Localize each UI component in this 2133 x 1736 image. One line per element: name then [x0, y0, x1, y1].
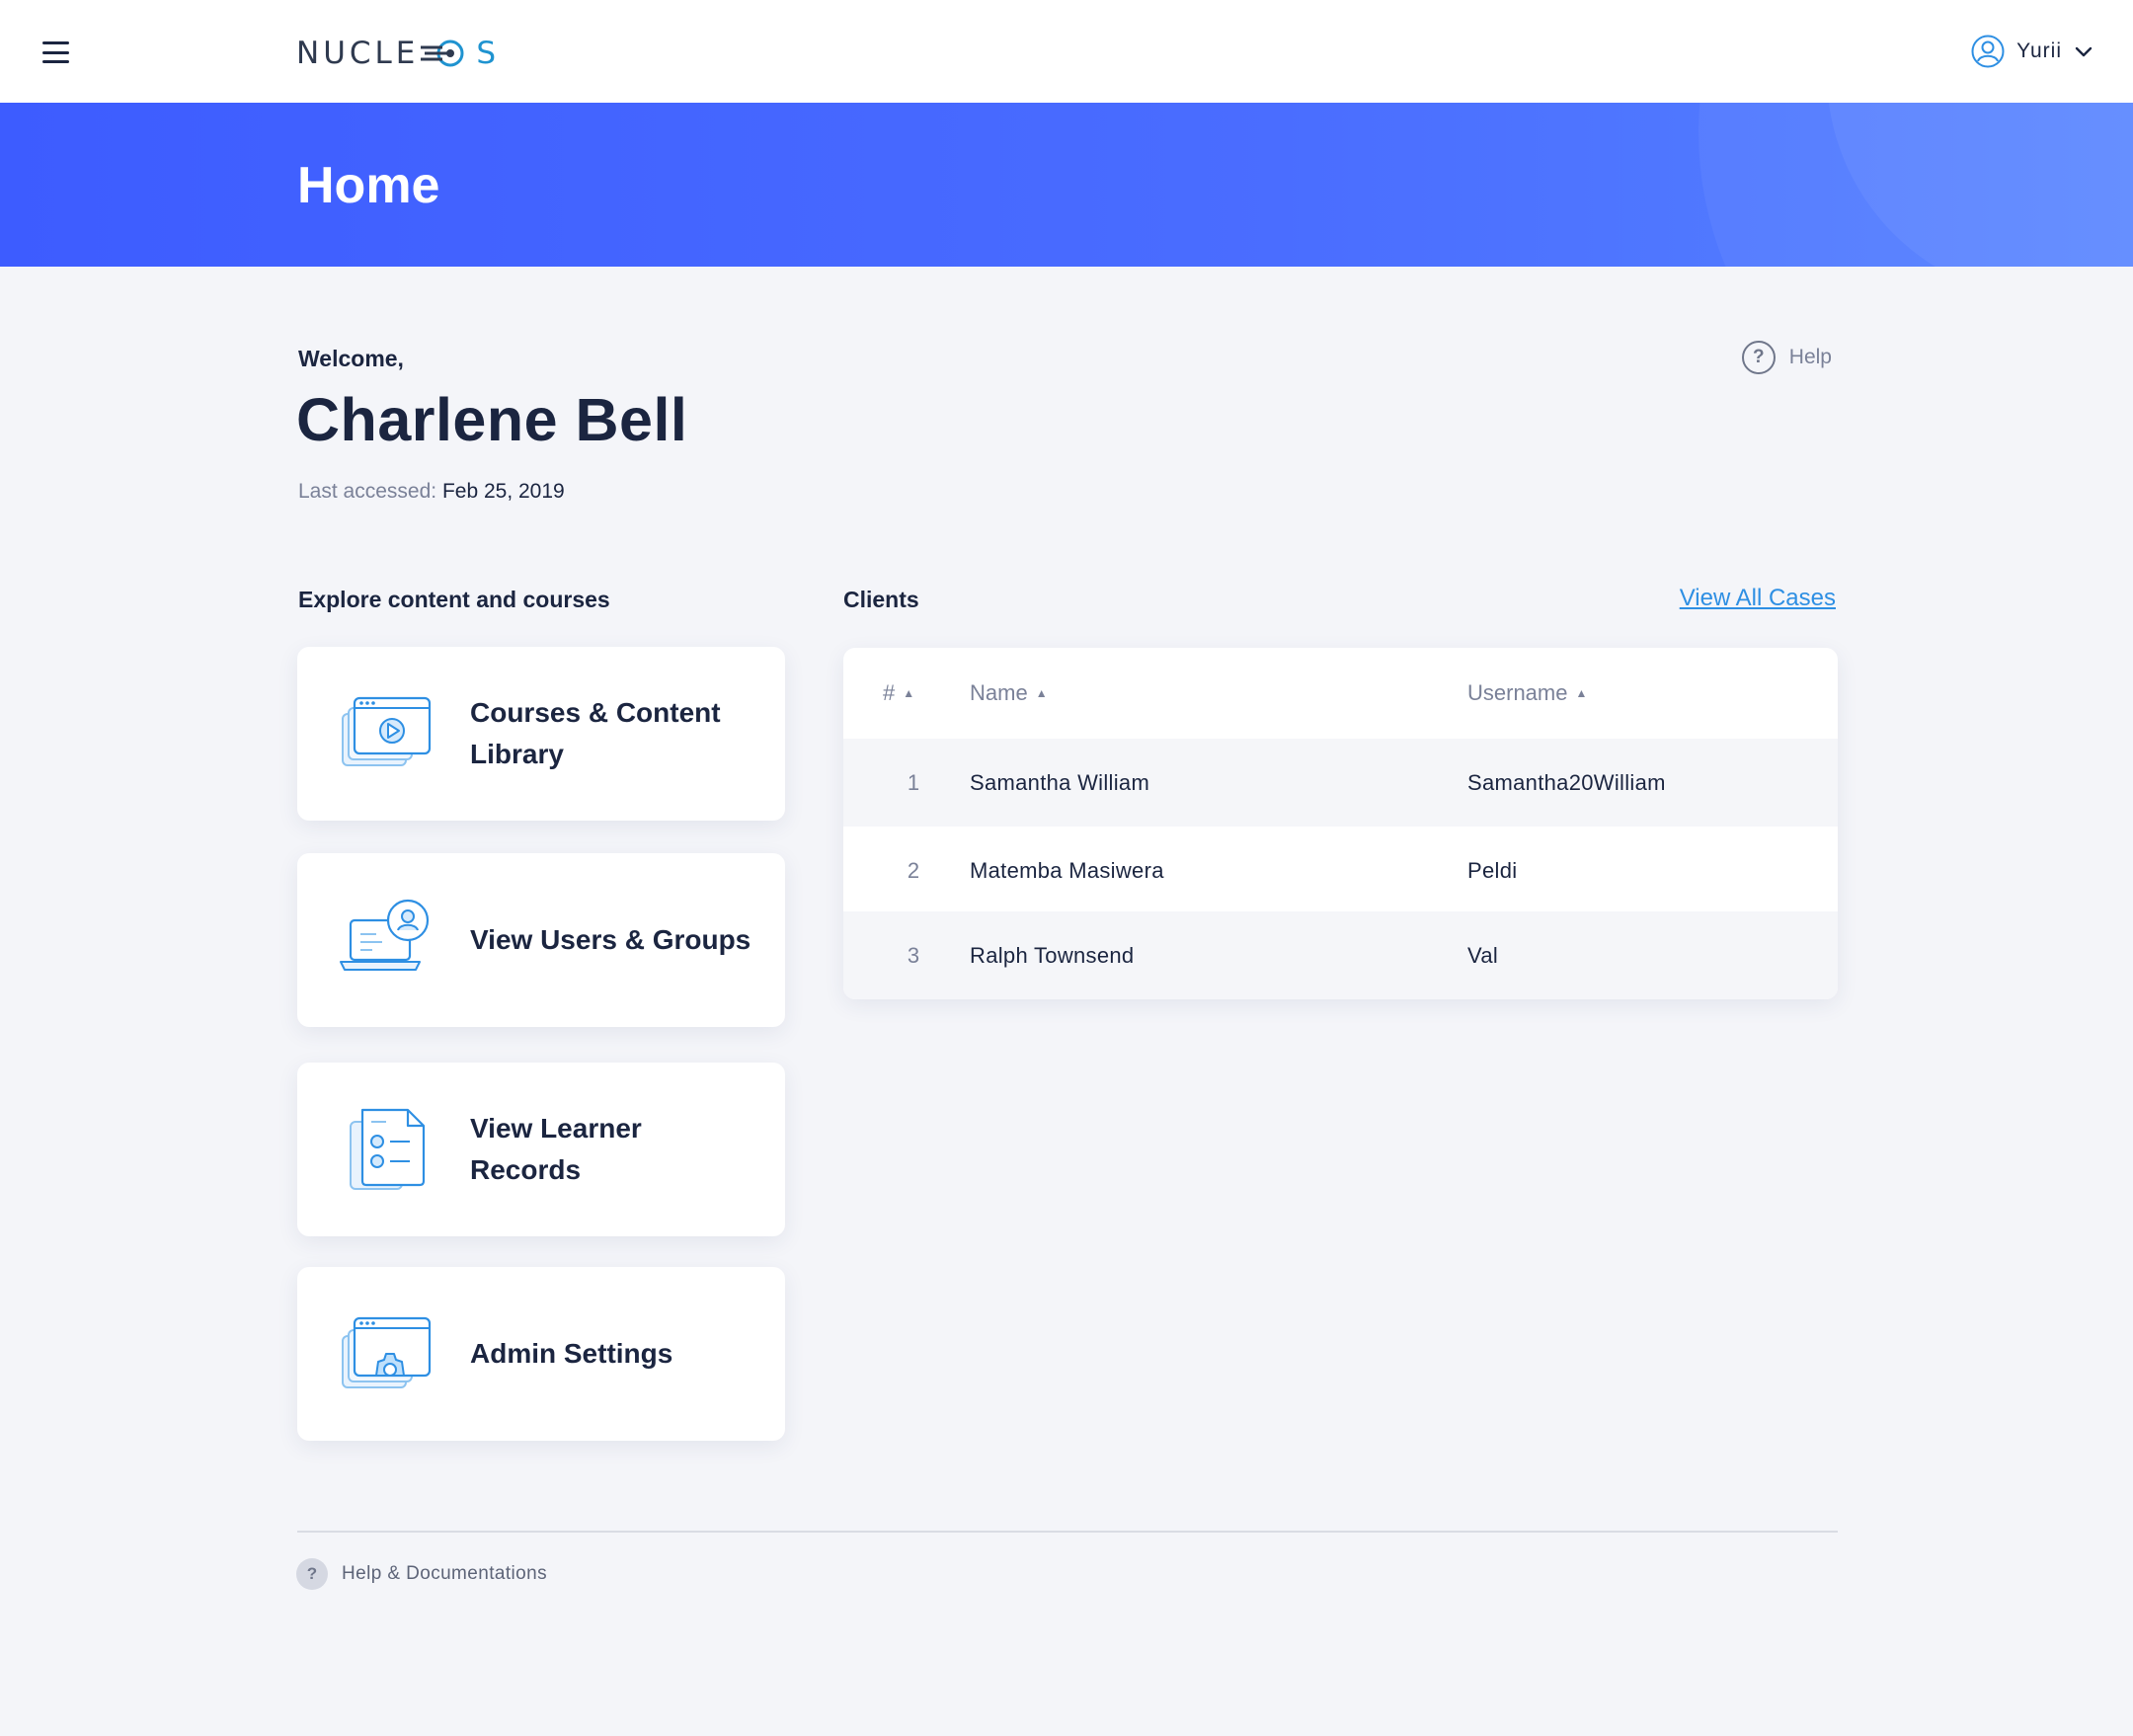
- last-accessed: Last accessed: Feb 25, 2019: [298, 480, 565, 504]
- tile-label: Admin Settings: [470, 1338, 673, 1369]
- tile-admin-settings[interactable]: Admin Settings: [297, 1267, 785, 1441]
- cell-name: Samantha William: [970, 769, 1150, 795]
- user-menu[interactable]: Yurii: [1971, 34, 2094, 69]
- cell-num: 2: [907, 857, 920, 883]
- tile-courses-content-library[interactable]: Courses & Content Library: [297, 647, 785, 821]
- column-label: Name: [970, 680, 1028, 705]
- column-header-num[interactable]: # ▲: [883, 648, 942, 739]
- sort-asc-icon: ▲: [903, 686, 915, 700]
- footer-divider: [297, 1531, 1838, 1533]
- user-name: Yurii: [2016, 39, 2062, 62]
- logo-o-mark-icon: [421, 39, 474, 68]
- clients-heading: Clients: [843, 587, 919, 612]
- page-title: Home: [297, 157, 440, 214]
- welcome-label: Welcome,: [298, 346, 404, 371]
- help-label: Help: [1788, 346, 1832, 368]
- cell-name: Ralph Townsend: [970, 942, 1135, 968]
- cell-num: 3: [907, 942, 920, 968]
- question-circle-icon: ?: [1741, 341, 1776, 374]
- tile-view-users-groups[interactable]: View Users & Groups: [297, 853, 785, 1027]
- hamburger-menu-icon[interactable]: [42, 41, 69, 63]
- tile-view-learner-records[interactable]: View Learner Records: [297, 1063, 785, 1236]
- cell-username: Samantha20William: [1467, 769, 1666, 795]
- users-laptop-icon: [340, 899, 430, 971]
- table-header: # ▲ Name ▲ Username ▲: [843, 648, 1838, 739]
- admin-settings-icon: [342, 1316, 432, 1388]
- table-row[interactable]: 2 Matemba Masiwera Peldi: [843, 827, 1838, 914]
- cell-username: Val: [1467, 942, 1499, 968]
- clients-table: # ▲ Name ▲ Username ▲ 1 Samantha William…: [843, 648, 1838, 999]
- tile-label: View Learner Records: [470, 1113, 642, 1185]
- tile-label: Courses & Content Library: [470, 697, 721, 769]
- nucleos-logo[interactable]: NUCLE S: [296, 36, 500, 71]
- chevron-down-icon: [2075, 46, 2093, 57]
- last-accessed-value: Feb 25, 2019: [441, 480, 565, 503]
- sort-asc-icon: ▲: [1035, 686, 1048, 700]
- user-avatar-icon: [1971, 35, 2005, 68]
- last-accessed-label: Last accessed:: [298, 480, 437, 503]
- top-bar: NUCLE S Yurii: [0, 0, 2133, 103]
- cell-num: 1: [907, 769, 920, 795]
- hero-banner: Home: [0, 103, 2133, 267]
- table-row[interactable]: 3 Ralph Townsend Val: [843, 911, 1838, 999]
- help-documentations-link[interactable]: ? Help & Documentations: [296, 1558, 547, 1590]
- explore-heading: Explore content and courses: [298, 587, 610, 612]
- question-circle-icon: ?: [296, 1558, 328, 1590]
- learner-records-icon: [350, 1108, 426, 1190]
- logo-text-main: NUCLE: [296, 36, 420, 71]
- column-header-username[interactable]: Username ▲: [1467, 648, 1823, 739]
- cell-username: Peldi: [1467, 857, 1518, 883]
- column-header-name[interactable]: Name ▲: [970, 648, 1424, 739]
- table-row[interactable]: 1 Samantha William Samantha20William: [843, 739, 1838, 827]
- view-all-cases-link[interactable]: View All Cases: [1680, 585, 1836, 612]
- tile-label: View Users & Groups: [470, 924, 751, 955]
- column-label: #: [883, 680, 896, 705]
- help-documentations-label: Help & Documentations: [342, 1563, 548, 1584]
- sort-asc-icon: ▲: [1575, 686, 1588, 700]
- logo-text-tail: S: [476, 36, 501, 71]
- help-link[interactable]: ? Help: [1741, 341, 1832, 374]
- video-library-icon: [342, 696, 432, 766]
- cell-name: Matemba Masiwera: [970, 857, 1164, 883]
- column-label: Username: [1467, 680, 1568, 705]
- user-fullname: Charlene Bell: [296, 386, 688, 453]
